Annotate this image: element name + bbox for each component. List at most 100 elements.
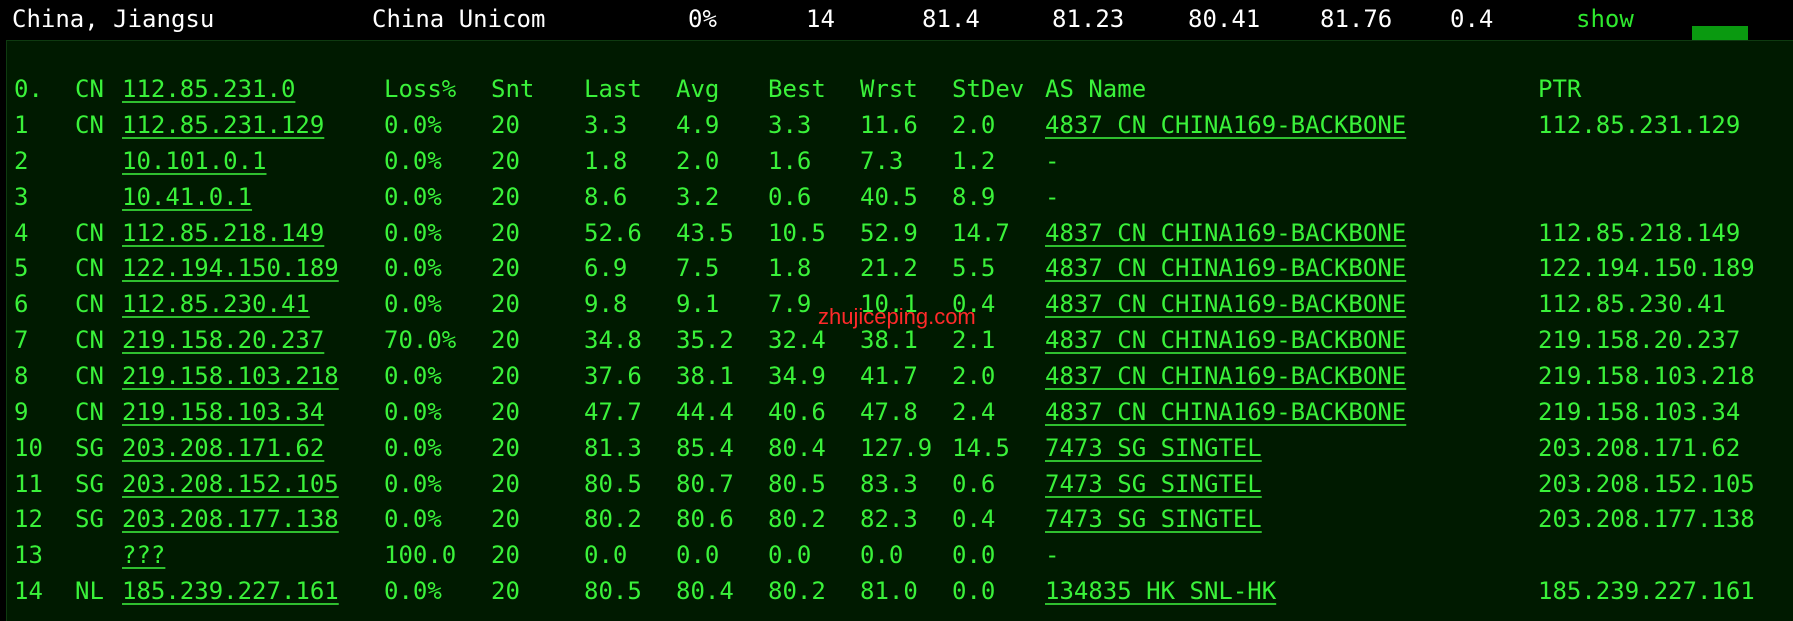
hop-index: 10 [14, 433, 43, 462]
summary-hops: 14 [806, 5, 835, 33]
summary-best: 80.41 [1188, 5, 1261, 33]
hop-ip-link[interactable]: 112.85.218.149 [122, 219, 324, 247]
hop-index: 2 [14, 146, 29, 175]
hop-index: 3 [14, 182, 29, 211]
hop-ip-link[interactable]: 112.85.231.129 [122, 111, 324, 139]
hop-wrst: 52.9 [860, 218, 918, 247]
hop-index: 13 [14, 541, 43, 570]
hop-as-link[interactable]: 4837 CN CHINA169-BACKBONE [1045, 362, 1406, 390]
hop-ip-link[interactable]: 203.208.171.62 [122, 434, 324, 462]
hop-as-link[interactable]: 4837 CN CHINA169-BACKBONE [1045, 254, 1406, 282]
hop-snt: 20 [491, 397, 520, 426]
table-row: 8 CN 219.158.103.218 0.0% 20 37.6 38.1 34.9 41.7… [7, 362, 1793, 398]
hop-avg: 44.4 [676, 397, 734, 426]
header-index: 0. [14, 75, 43, 103]
hop-avg: 38.1 [676, 361, 734, 390]
hop-avg: 4.9 [676, 111, 720, 139]
hop-snt: 20 [491, 505, 520, 534]
hop-ptr: 112.85.218.149 [1538, 218, 1741, 247]
hop-loss: 70.0% [384, 326, 457, 355]
hop-loss: 0.0% [384, 182, 442, 211]
hop-last: 34.8 [584, 326, 642, 355]
hop-snt: 20 [491, 541, 520, 570]
hop-last: 1.8 [584, 146, 628, 175]
hop-best: 0.6 [768, 182, 812, 211]
hop-snt: 20 [491, 218, 520, 247]
country-code: CN [75, 361, 104, 390]
hop-snt: 20 [491, 111, 520, 139]
hop-last: 9.8 [584, 290, 628, 319]
hop-index: 8 [14, 361, 29, 390]
hop-ip-link[interactable]: 10.41.0.1 [122, 183, 252, 211]
hop-loss: 0.0% [384, 505, 442, 534]
hop-ptr: 112.85.230.41 [1538, 290, 1726, 319]
show-link[interactable]: show [1576, 5, 1634, 33]
hop-as-link[interactable]: 4837 CN CHINA169-BACKBONE [1045, 326, 1406, 354]
hop-as-link[interactable]: 7473 SG SINGTEL [1045, 470, 1262, 498]
hop-ptr: 185.239.227.161 [1538, 577, 1755, 606]
hop-stdev: 1.2 [952, 146, 996, 175]
hop-as-link[interactable]: 4837 CN CHINA169-BACKBONE [1045, 111, 1406, 139]
hop-best: 7.9 [768, 290, 812, 319]
hop-as-link[interactable]: 134835 HK SNL-HK [1045, 577, 1276, 605]
hop-last: 80.5 [584, 577, 642, 606]
hop-stdev: 8.9 [952, 182, 996, 211]
hop-wrst: 7.3 [860, 146, 904, 175]
hop-loss: 0.0% [384, 111, 442, 139]
mtr-output-panel: 0. CN 112.85.231.0 Loss% Snt Last Avg Be… [6, 40, 1793, 621]
hop-wrst: 82.3 [860, 505, 918, 534]
hop-ip-link[interactable]: 112.85.230.41 [122, 290, 310, 318]
hop-avg: 85.4 [676, 433, 734, 462]
hop-as-link[interactable]: 7473 SG SINGTEL [1045, 505, 1262, 533]
hop-loss: 0.0% [384, 397, 442, 426]
hop-loss: 0.0% [384, 469, 442, 498]
hop-ip-link[interactable]: 10.101.0.1 [122, 147, 267, 175]
hop-stdev: 5.5 [952, 254, 996, 283]
hop-loss: 0.0% [384, 361, 442, 390]
hop-index: 14 [14, 577, 43, 606]
hop-as-link: - [1045, 182, 1060, 211]
hop-as-link[interactable]: 7473 SG SINGTEL [1045, 434, 1262, 462]
hop-wrst: 81.0 [860, 577, 918, 606]
hop-avg: 0.0 [676, 541, 720, 570]
hop-wrst: 38.1 [860, 326, 918, 355]
watermark: zhujiceping.com [818, 304, 976, 329]
hop-best: 80.5 [768, 469, 826, 498]
hop-wrst: 83.3 [860, 469, 918, 498]
hop-index: 9 [14, 397, 29, 426]
hop-best: 1.8 [768, 254, 812, 283]
hop-ip-link[interactable]: 185.239.227.161 [122, 577, 339, 605]
hop-wrst: 41.7 [860, 361, 918, 390]
header-last: Last [584, 75, 642, 103]
hop-loss: 0.0% [384, 433, 442, 462]
hop-ptr: 219.158.103.218 [1538, 361, 1755, 390]
country-code: CN [75, 218, 104, 247]
hop-best: 40.6 [768, 397, 826, 426]
hop-wrst: 21.2 [860, 254, 918, 283]
country-code: CN [75, 254, 104, 283]
hop-as-link[interactable]: 4837 CN CHINA169-BACKBONE [1045, 398, 1406, 426]
hop-ip-link[interactable]: ??? [122, 541, 165, 569]
hop-ip-link[interactable]: 219.158.103.218 [122, 362, 339, 390]
target-ip-link[interactable]: 112.85.231.0 [122, 75, 295, 103]
country-code: SG [75, 433, 104, 462]
hop-as-link[interactable]: 4837 CN CHINA169-BACKBONE [1045, 219, 1406, 247]
hop-best: 32.4 [768, 326, 826, 355]
hop-index: 4 [14, 218, 29, 247]
hop-loss: 0.0% [384, 577, 442, 606]
hop-index: 5 [14, 254, 29, 283]
header-wrst: Wrst [860, 75, 918, 103]
hop-ip-link[interactable]: 203.208.177.138 [122, 505, 339, 533]
summary-avg: 81.23 [1052, 5, 1125, 33]
hop-ip-link[interactable]: 219.158.103.34 [122, 398, 324, 426]
hop-ip-link[interactable]: 122.194.150.189 [122, 254, 339, 282]
hop-last: 37.6 [584, 361, 642, 390]
summary-location: China, Jiangsu [12, 5, 215, 33]
hop-stdev: 2.4 [952, 397, 996, 426]
hop-stdev: 2.1 [952, 326, 996, 355]
hop-as-link[interactable]: 4837 CN CHINA169-BACKBONE [1045, 290, 1406, 318]
header-stdev: StDev [952, 75, 1025, 103]
hop-ip-link[interactable]: 219.158.20.237 [122, 326, 324, 354]
hop-avg: 9.1 [676, 290, 720, 319]
hop-ip-link[interactable]: 203.208.152.105 [122, 470, 339, 498]
